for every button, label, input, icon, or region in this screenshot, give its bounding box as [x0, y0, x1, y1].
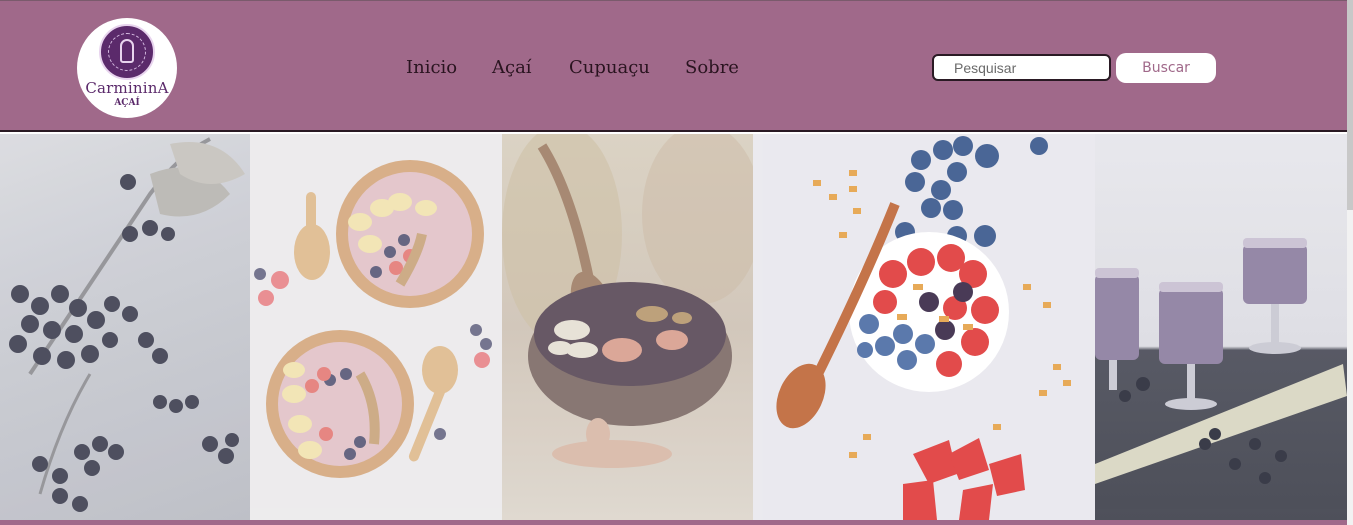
nav-link-cupuacu[interactable]: Cupuaçu [569, 57, 650, 78]
search-input[interactable] [932, 54, 1111, 81]
logo-name: CarmininA [85, 79, 169, 97]
nav-link-sobre[interactable]: Sobre [685, 57, 739, 78]
site-header: CarmininA AÇAÍ Inicio Açaí Cupuaçu Sobre… [0, 0, 1347, 132]
brand-logo[interactable]: CarmininA AÇAÍ [77, 18, 177, 118]
berries-branch-image [0, 134, 250, 520]
vertical-scrollbar[interactable] [1347, 0, 1353, 525]
acai-smoothie-glasses-image [1095, 134, 1347, 520]
nav-link-inicio[interactable]: Inicio [406, 57, 457, 78]
scrollbar-thumb[interactable] [1347, 0, 1353, 210]
logo-figure-icon [120, 39, 134, 63]
photo-gallery [0, 134, 1347, 520]
acai-bowl-hand-image [502, 134, 753, 520]
nav-link-acai[interactable]: Açaí [492, 57, 532, 78]
logo-emblem [99, 24, 155, 80]
acai-bowls-spoons-image [250, 134, 502, 520]
berries-bowl-topdown-image [753, 134, 1095, 520]
logo-subtitle: AÇAÍ [114, 98, 140, 108]
bottom-accent-bar [0, 520, 1347, 525]
search-button[interactable]: Buscar [1116, 53, 1216, 83]
